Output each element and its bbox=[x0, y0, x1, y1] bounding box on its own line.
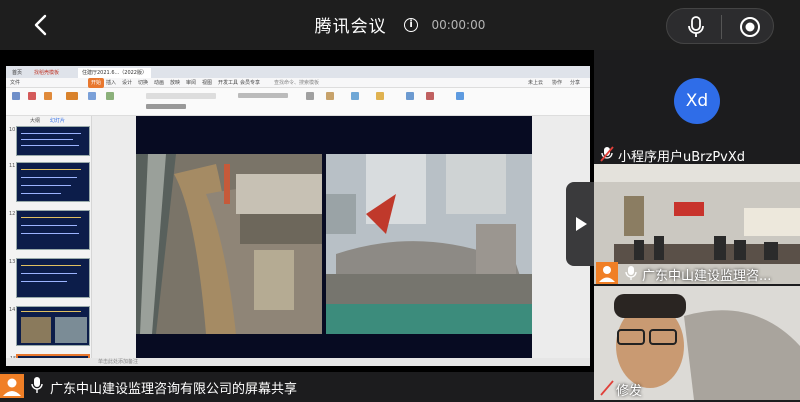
outline-tab[interactable]: 大纲 bbox=[30, 117, 40, 124]
current-slide bbox=[136, 116, 532, 361]
meeting-header: 腾讯会议 i 00:00:00 bbox=[0, 0, 800, 50]
participant-video-tile[interactable]: 修发 bbox=[594, 286, 800, 400]
tab-home[interactable]: 首页 bbox=[8, 68, 26, 78]
paragraph-buttons[interactable] bbox=[238, 93, 288, 98]
new-slide-icon[interactable] bbox=[66, 92, 78, 100]
participant-tile[interactable]: Xd 小程序用户uBrzPvXd bbox=[594, 50, 800, 165]
microphone-icon bbox=[31, 377, 43, 393]
font-select[interactable] bbox=[146, 93, 216, 99]
play-arrow-icon bbox=[576, 217, 587, 231]
slide-thumbnail-pane: 大纲 幻灯片 10 11 12 13 14 bbox=[6, 116, 92, 366]
search-commands[interactable]: 查找命令、搜索模板 bbox=[274, 78, 319, 88]
participant-name: 小程序用户uBrzPvXd bbox=[618, 150, 746, 165]
muted-mic-icon bbox=[600, 146, 614, 162]
menu-transition[interactable]: 切换 bbox=[138, 78, 148, 88]
participant-name: 修发 bbox=[616, 384, 643, 399]
menu-member[interactable]: 会员专享 bbox=[240, 78, 260, 88]
presentation-window: 首页 找稻壳模板 住建厅2021.6...（2022版） 文件 开始 插入 设计… bbox=[6, 66, 590, 366]
select-icon[interactable] bbox=[426, 92, 434, 100]
control-divider bbox=[721, 15, 722, 39]
layout-icon[interactable] bbox=[88, 92, 96, 100]
picture-icon[interactable] bbox=[351, 92, 359, 100]
paste-icon[interactable] bbox=[12, 92, 20, 100]
fill-icon[interactable] bbox=[376, 92, 384, 100]
menu-start[interactable]: 开始 bbox=[88, 78, 105, 88]
microphone-icon bbox=[625, 266, 637, 280]
participant-name: 广东中山建设监理咨... bbox=[642, 269, 772, 284]
menu-insert[interactable]: 插入 bbox=[106, 78, 116, 88]
menu-developer[interactable]: 开发工具 bbox=[218, 78, 238, 88]
menu-share[interactable]: 分享 bbox=[570, 78, 580, 88]
menu-review[interactable]: 审阅 bbox=[186, 78, 196, 88]
ribbon-toolbar bbox=[6, 88, 590, 116]
menu-cloud[interactable]: 未上云 bbox=[528, 78, 543, 88]
info-icon[interactable]: i bbox=[404, 17, 419, 32]
sharer-avatar bbox=[0, 374, 24, 398]
participants-panel: Xd 小程序用户uBrzPvXd 广东中山建设监理咨... 修发 bbox=[594, 50, 800, 400]
meeting-timer: 00:00:00 bbox=[431, 17, 486, 32]
shape-icon[interactable] bbox=[326, 92, 334, 100]
tab-template[interactable]: 找稻壳模板 bbox=[30, 68, 63, 78]
muted-mic-icon bbox=[600, 380, 614, 396]
menu-collab[interactable]: 协作 bbox=[552, 78, 562, 88]
participant-video-tile[interactable]: 广东中山建设监理咨... bbox=[594, 164, 800, 284]
menu-slideshow[interactable]: 放映 bbox=[170, 78, 180, 88]
slide-thumbnail[interactable]: 12 bbox=[9, 210, 90, 250]
reset-icon[interactable] bbox=[106, 92, 114, 100]
microphone-icon[interactable] bbox=[685, 15, 707, 39]
textbox-icon[interactable] bbox=[306, 92, 314, 100]
menu-view[interactable]: 视图 bbox=[202, 78, 212, 88]
person-icon bbox=[3, 378, 21, 396]
slide-thumbnail[interactable]: 10 bbox=[9, 126, 90, 156]
menu-file[interactable]: 文件 bbox=[10, 78, 20, 88]
present-icon[interactable] bbox=[456, 92, 464, 100]
construction-photo-right bbox=[326, 154, 532, 334]
participant-avatar bbox=[596, 262, 618, 284]
avatar: Xd bbox=[674, 78, 720, 124]
cut-icon[interactable] bbox=[28, 92, 36, 100]
construction-photo-left bbox=[136, 154, 322, 334]
format-painter-icon[interactable] bbox=[44, 92, 52, 100]
record-icon[interactable] bbox=[739, 16, 761, 38]
menu-animation[interactable]: 动画 bbox=[154, 78, 164, 88]
next-page-button[interactable] bbox=[566, 182, 596, 266]
slides-tab[interactable]: 幻灯片 bbox=[50, 117, 65, 124]
share-caption: 广东中山建设监理咨询有限公司的屏幕共享 bbox=[0, 372, 594, 400]
slide-canvas bbox=[92, 116, 590, 366]
font-style-buttons[interactable] bbox=[146, 104, 186, 109]
notes-bar[interactable]: 单击此处添加备注 bbox=[6, 358, 590, 366]
person-icon bbox=[599, 266, 615, 282]
shared-screen: 首页 找稻壳模板 住建厅2021.6...（2022版） 文件 开始 插入 设计… bbox=[0, 50, 594, 372]
document-tabs: 首页 找稻壳模板 住建厅2021.6...（2022版） bbox=[6, 66, 590, 78]
tab-document[interactable]: 住建厅2021.6...（2022版） bbox=[78, 68, 151, 78]
ribbon-menu: 文件 开始 插入 设计 切换 动画 放映 审阅 视图 开发工具 会员专享 查找命… bbox=[6, 78, 590, 88]
find-icon[interactable] bbox=[406, 92, 414, 100]
control-pill bbox=[666, 8, 774, 44]
document-body: 大纲 幻灯片 10 11 12 13 14 单击此处添加备注 bbox=[6, 116, 590, 366]
slide-thumbnail[interactable]: 11 bbox=[9, 162, 90, 202]
slide-thumbnail[interactable]: 14 bbox=[9, 306, 90, 346]
slide-thumbnail[interactable]: 13 bbox=[9, 258, 90, 298]
share-caption-text: 广东中山建设监理咨询有限公司的屏幕共享 bbox=[50, 382, 298, 397]
menu-design[interactable]: 设计 bbox=[122, 78, 132, 88]
meeting-title: 腾讯会议 bbox=[314, 17, 387, 37]
